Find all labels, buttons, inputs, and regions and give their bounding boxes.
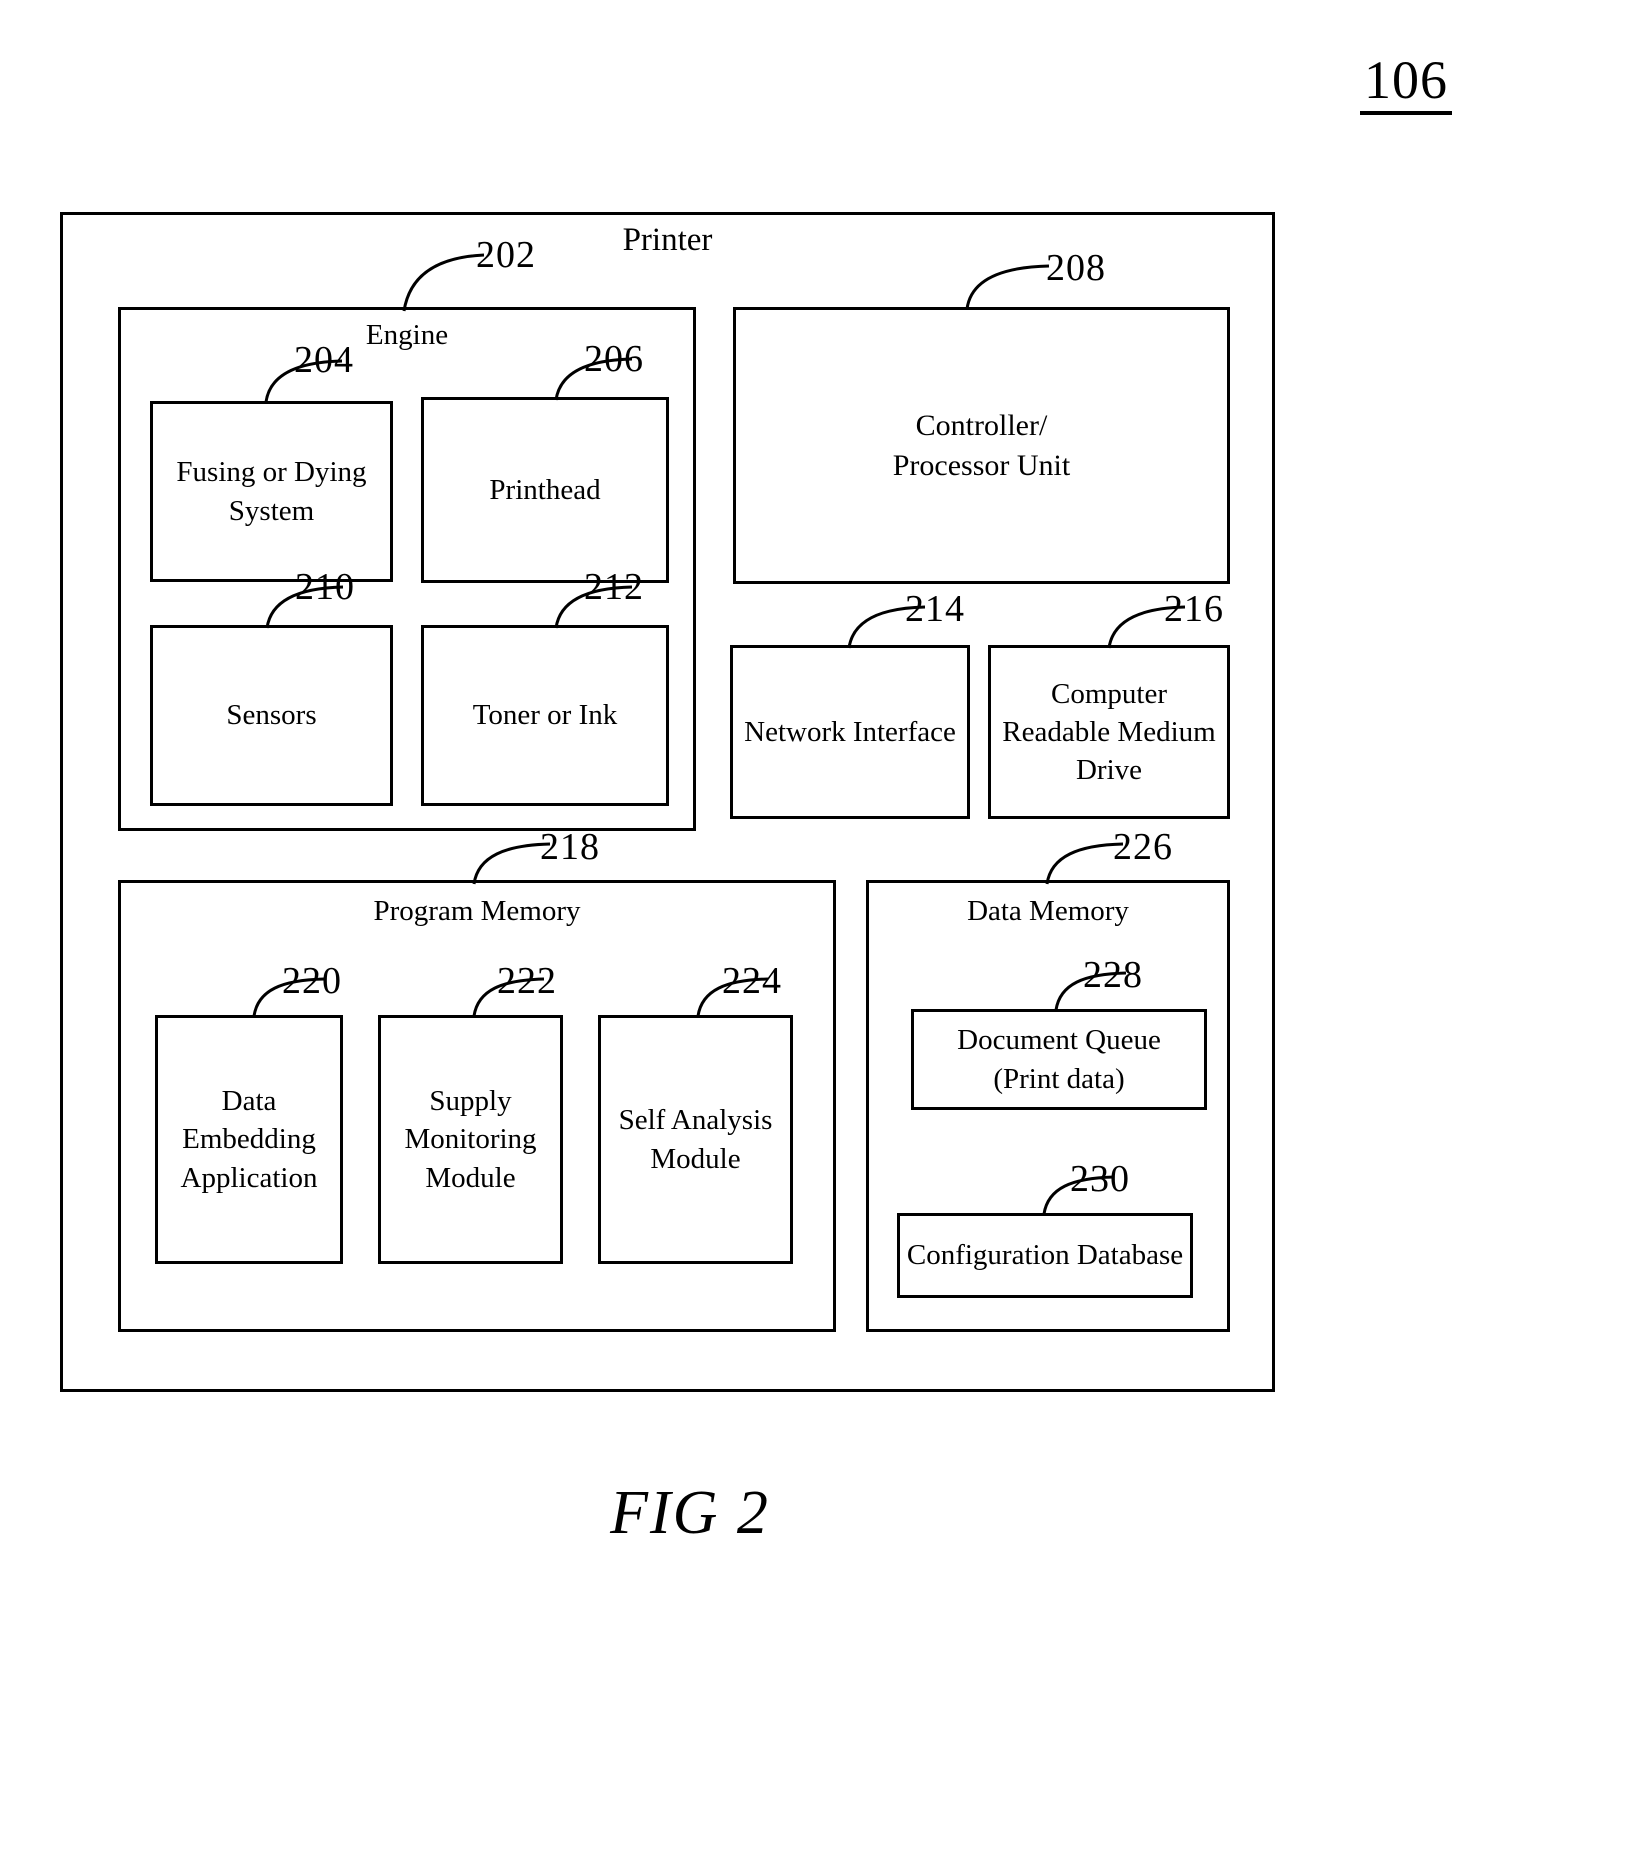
network-interface-label: Network Interface bbox=[744, 715, 956, 748]
data-embedding-application-block: Data Embedding Application bbox=[155, 1015, 343, 1264]
toner-or-ink-label: Toner or Ink bbox=[472, 699, 618, 732]
reference-numeral-228: 228 bbox=[1083, 954, 1143, 996]
reference-numeral-224: 224 bbox=[722, 960, 782, 1002]
printhead-block: Printhead bbox=[421, 397, 669, 583]
fusing-or-dying-system-block: Fusing or Dying System bbox=[150, 401, 393, 582]
reference-numeral-210: 210 bbox=[295, 566, 355, 608]
controller-processor-unit-label: Controller/ Processor Unit bbox=[892, 408, 1071, 482]
computer-readable-medium-drive-block: Computer Readable Medium Drive bbox=[988, 645, 1230, 819]
reference-numeral-214: 214 bbox=[905, 588, 965, 630]
controller-processor-unit-block: Controller/ Processor Unit bbox=[733, 307, 1230, 584]
program-memory-label: Program Memory bbox=[373, 895, 581, 927]
reference-numeral-226: 226 bbox=[1113, 826, 1173, 868]
reference-numeral-216: 216 bbox=[1164, 588, 1224, 630]
data-memory-label: Data Memory bbox=[967, 895, 1129, 927]
reference-numeral-220: 220 bbox=[282, 960, 342, 1002]
figure-reference-numeral: 106 bbox=[1360, 52, 1452, 115]
reference-numeral-206: 206 bbox=[584, 338, 644, 380]
printhead-label: Printhead bbox=[489, 473, 601, 506]
document-queue-label: Document Queue (Print data) bbox=[957, 1024, 1161, 1095]
self-analysis-module-block: Self Analysis Module bbox=[598, 1015, 793, 1264]
network-interface-block: Network Interface bbox=[730, 645, 970, 819]
supply-monitoring-module-label: Supply Monitoring Module bbox=[404, 1085, 537, 1194]
document-queue-block: Document Queue (Print data) bbox=[911, 1009, 1207, 1110]
printer-title: Printer bbox=[622, 222, 713, 258]
figure-caption: FIG 2 bbox=[610, 1479, 770, 1547]
self-analysis-module-label: Self Analysis Module bbox=[618, 1104, 773, 1175]
reference-numeral-218: 218 bbox=[540, 826, 600, 868]
reference-numeral-208: 208 bbox=[1046, 247, 1106, 289]
reference-numeral-212: 212 bbox=[584, 566, 644, 608]
reference-numeral-222: 222 bbox=[497, 960, 557, 1002]
sensors-label: Sensors bbox=[226, 699, 317, 732]
data-embedding-application-label: Data Embedding Application bbox=[180, 1085, 318, 1194]
computer-readable-medium-drive-label: Computer Readable Medium Drive bbox=[1002, 677, 1216, 787]
reference-numeral-202: 202 bbox=[476, 234, 536, 276]
supply-monitoring-module-block: Supply Monitoring Module bbox=[378, 1015, 563, 1264]
sensors-block: Sensors bbox=[150, 625, 393, 806]
configuration-database-label: Configuration Database bbox=[906, 1239, 1184, 1272]
reference-numeral-204: 204 bbox=[294, 339, 354, 381]
toner-or-ink-block: Toner or Ink bbox=[421, 625, 669, 806]
reference-numeral-230: 230 bbox=[1070, 1158, 1130, 1200]
fusing-or-dying-system-label: Fusing or Dying System bbox=[176, 456, 367, 527]
configuration-database-block: Configuration Database bbox=[897, 1213, 1193, 1298]
